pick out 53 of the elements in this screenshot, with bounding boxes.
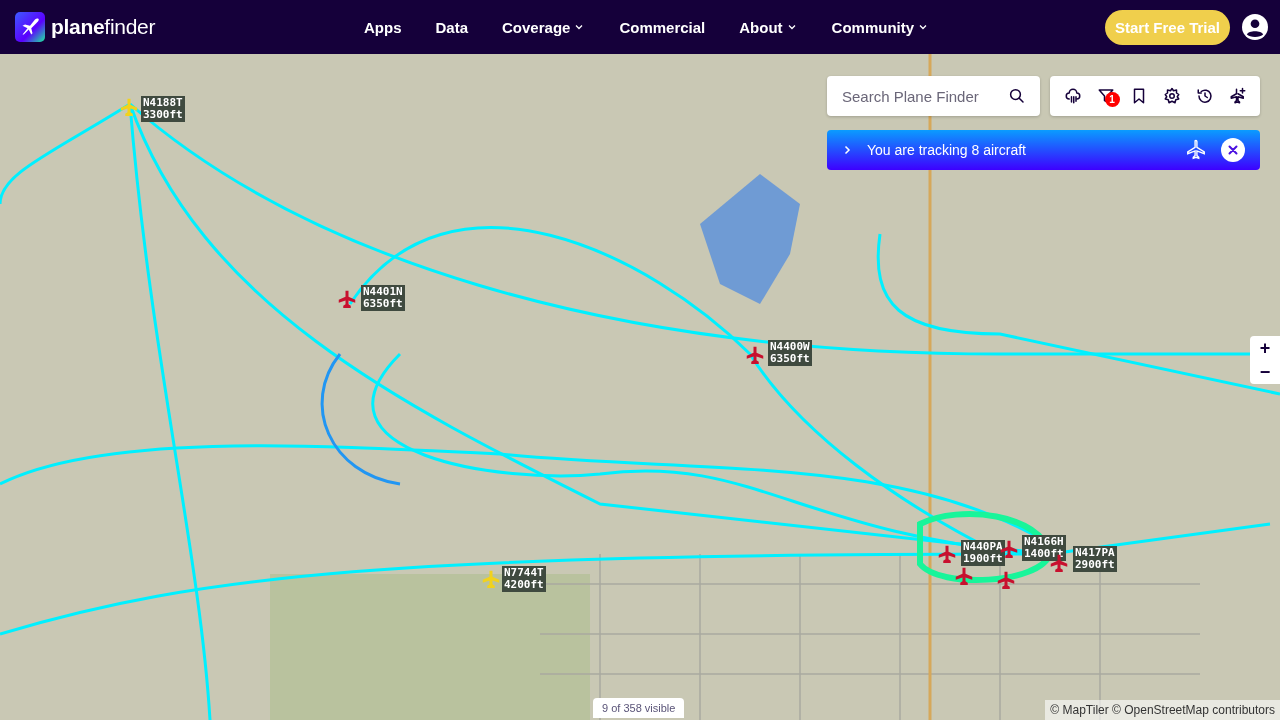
map-attribution: © MapTiler © OpenStreetMap contributors <box>1045 700 1280 720</box>
aircraft-label[interactable]: N417PA 2900ft <box>1073 546 1117 572</box>
airplane-marker-icon[interactable] <box>482 570 500 588</box>
tracking-message: You are tracking 8 aircraft <box>867 142 1027 158</box>
search-field[interactable]: Search Plane Finder <box>827 76 1040 116</box>
altitude-text: 4200ft <box>504 579 544 591</box>
altitude-text: 6350ft <box>363 298 403 310</box>
aircraft-label[interactable]: N440PA 1900ft <box>961 540 1005 566</box>
altitude-text: 1900ft <box>963 553 1003 565</box>
nav-link[interactable]: Community <box>814 18 947 36</box>
nav-link[interactable]: About <box>722 18 815 36</box>
history-clock-icon[interactable] <box>1195 87 1214 105</box>
callsign-text: N4166H <box>1024 536 1064 548</box>
callsign-text: N4401N <box>363 286 403 298</box>
callsign-text: N4400W <box>770 341 810 353</box>
airplane-add-icon[interactable] <box>1228 87 1247 105</box>
visible-count: 9 of 358 visible <box>593 698 685 718</box>
callsign-text: N7744T <box>504 567 544 579</box>
logo-text[interactable]: planefinder <box>51 15 156 39</box>
airplane-marker-icon[interactable] <box>338 290 356 308</box>
aircraft-label[interactable]: N4401N 6350ft <box>361 285 405 311</box>
weather-cloud-icon[interactable] <box>1063 87 1082 105</box>
close-icon <box>1227 144 1239 156</box>
airplane-logo-icon[interactable] <box>15 12 45 42</box>
nav-link[interactable]: Commercial <box>602 18 723 36</box>
airplane-marker-icon[interactable] <box>938 545 956 563</box>
callsign-text: N440PA <box>963 541 1003 553</box>
zoom-in-button[interactable]: + <box>1250 336 1280 360</box>
nav-link[interactable]: Coverage <box>485 18 603 36</box>
airplane-icon[interactable] <box>1185 139 1207 161</box>
settings-icon[interactable] <box>1162 87 1181 105</box>
search-icon[interactable] <box>1008 87 1026 105</box>
airplane-marker-icon[interactable] <box>120 98 138 116</box>
altitude-text: 2900ft <box>1075 559 1115 571</box>
zoom-out-button[interactable]: − <box>1250 360 1280 384</box>
airplane-marker-icon[interactable] <box>746 346 764 364</box>
altitude-text: 6350ft <box>770 353 810 365</box>
aircraft-label[interactable]: N4166H 1400ft <box>1022 535 1066 561</box>
airplane-marker-icon[interactable] <box>997 571 1015 589</box>
aircraft-label[interactable]: N4188T 3300ft <box>141 96 185 122</box>
count-badge: 1 <box>1104 92 1120 107</box>
airplane-marker-icon[interactable] <box>955 567 973 585</box>
callsign-text: N417PA <box>1075 547 1115 559</box>
tracking-banner[interactable]: You are tracking 8 aircraft <box>827 130 1260 170</box>
user-avatar-icon[interactable] <box>1242 14 1268 40</box>
close-button[interactable] <box>1221 138 1245 162</box>
aircraft-label[interactable]: N7744T 4200ft <box>502 566 546 592</box>
altitude-text: 1400ft <box>1024 548 1064 560</box>
nav-link[interactable]: Apps <box>347 18 419 36</box>
aircraft-label[interactable]: N4400W 6350ft <box>768 340 812 366</box>
altitude-text: 3300ft <box>143 109 183 121</box>
nav-link[interactable]: Data <box>418 18 485 36</box>
callsign-text: N4188T <box>143 97 183 109</box>
